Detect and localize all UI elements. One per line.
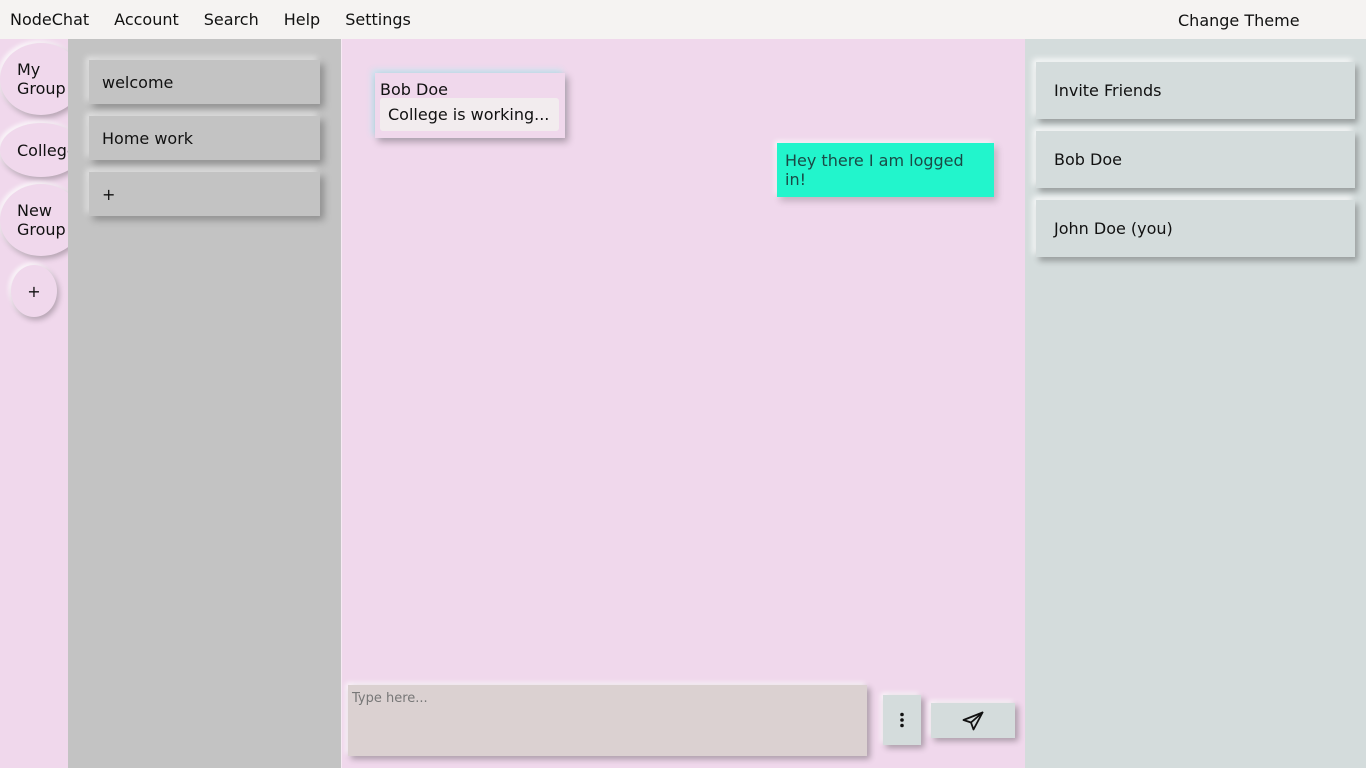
channel-item-welcome[interactable]: welcome xyxy=(89,60,320,104)
group-label: College xyxy=(17,140,68,160)
member-label: Bob Doe xyxy=(1054,150,1122,169)
group-item-my-group[interactable]: My Group xyxy=(0,43,68,115)
vertical-ellipsis-icon xyxy=(900,712,904,728)
channel-item-home-work[interactable]: Home work xyxy=(89,116,320,160)
menu-help[interactable]: Help xyxy=(284,10,320,29)
member-label: Invite Friends xyxy=(1054,81,1162,100)
member-item-bob-doe[interactable]: Bob Doe xyxy=(1036,131,1355,188)
group-item-new-group[interactable]: New Group xyxy=(0,184,68,256)
paper-plane-icon xyxy=(962,711,984,730)
message-input[interactable] xyxy=(348,685,867,756)
menu-search[interactable]: Search xyxy=(204,10,259,29)
add-group-label: + xyxy=(27,281,41,301)
menu-settings[interactable]: Settings xyxy=(345,10,411,29)
invite-friends-button[interactable]: Invite Friends xyxy=(1036,62,1355,119)
add-group-button[interactable]: + xyxy=(11,265,57,317)
channel-label: Home work xyxy=(102,128,194,148)
send-button[interactable] xyxy=(931,703,1015,738)
top-menu-bar: NodeChat Account Search Help Settings Ch… xyxy=(0,0,1366,39)
group-label: New Group xyxy=(17,201,66,239)
chat-area: Bob Doe College is working... Hey there … xyxy=(341,39,1025,768)
menu-account[interactable]: Account xyxy=(114,10,179,29)
channel-list: welcome Home work + xyxy=(68,39,341,768)
message-author: Bob Doe xyxy=(380,80,448,99)
group-rail: My Group College New Group + xyxy=(0,39,68,768)
more-options-button[interactable] xyxy=(883,695,921,745)
incoming-message: Bob Doe College is working... xyxy=(375,73,565,138)
group-item-college[interactable]: College xyxy=(0,123,68,177)
add-channel-button[interactable]: + xyxy=(89,172,320,216)
message-bubble: College is working... xyxy=(380,98,559,131)
members-panel: Invite Friends Bob Doe John Doe (you) xyxy=(1025,39,1366,768)
member-item-john-doe[interactable]: John Doe (you) xyxy=(1036,200,1355,257)
channel-label: welcome xyxy=(102,72,174,92)
app-brand[interactable]: NodeChat xyxy=(10,10,89,29)
outgoing-message: Hey there I am logged in! xyxy=(777,143,994,197)
change-theme-button[interactable]: Change Theme xyxy=(1178,11,1300,30)
member-label: John Doe (you) xyxy=(1054,219,1173,238)
group-label: My Group xyxy=(17,60,66,98)
add-channel-label: + xyxy=(102,184,116,204)
